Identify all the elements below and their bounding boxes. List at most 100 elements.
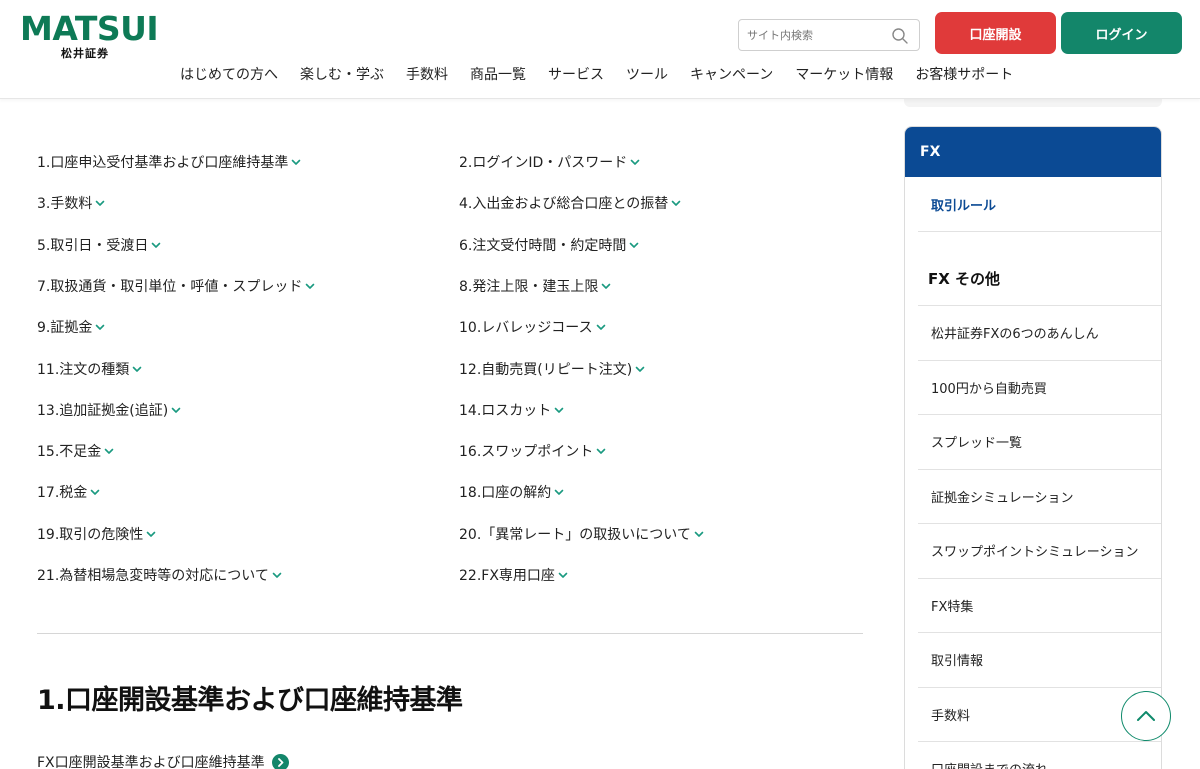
toc-link[interactable]: 19.取引の危険性 <box>37 524 156 544</box>
arrow-circle-icon <box>271 753 289 769</box>
nav-products[interactable]: 商品一覧 <box>470 66 526 84</box>
toc-link-label: 19.取引の危険性 <box>37 526 144 543</box>
chevron-down-icon <box>694 531 704 537</box>
chevron-down-icon <box>96 324 105 330</box>
toc-link-label: 5.取引日・受渡日 <box>37 237 149 254</box>
toc-link-label: 8.発注上限・建玉上限 <box>459 278 599 295</box>
matsui-logo[interactable]: MATSUI 松井証券 <box>20 10 159 62</box>
sidebar-item-spreads[interactable]: スプレッド一覧 <box>918 415 1161 470</box>
logo-subtext: 松井証券 <box>61 47 109 60</box>
section-divider <box>37 633 863 634</box>
logo-wordmark: MATSUI <box>20 9 159 48</box>
toc-link-label: 14.ロスカット <box>459 402 552 419</box>
toc-link[interactable]: 18.口座の解約 <box>459 482 564 502</box>
toc-link[interactable]: 14.ロスカット <box>459 400 564 420</box>
nav-fees[interactable]: 手数料 <box>406 66 448 84</box>
toc-link-label: 6.注文受付時間・約定時間 <box>459 237 627 254</box>
toc-link[interactable]: 1.口座申込受付基準および口座維持基準 <box>37 152 301 172</box>
toc-link-label: 10.レバレッジコース <box>459 320 593 337</box>
sidebar-item-anshin[interactable]: 松井証券FXの6つのあんしん <box>918 306 1161 361</box>
login-button[interactable]: ログイン <box>1061 12 1182 54</box>
toc-link-label: 11.注文の種類 <box>37 361 130 378</box>
global-nav: はじめての方へ 楽しむ・学ぶ 手数料 商品一覧 サービス ツール キャンペーン … <box>180 66 1035 84</box>
toc-link[interactable]: 17.税金 <box>37 482 100 502</box>
toc-link[interactable]: 7.取扱通貨・取引単位・呼値・スプレッド <box>37 276 315 296</box>
chevron-down-icon <box>596 448 606 454</box>
toc-link-label: 3.手数料 <box>37 196 93 213</box>
sidebar: FX 取引ルール FX その他 松井証券FXの6つのあんしん 100円から自動売… <box>904 126 1162 769</box>
toc-link[interactable]: 8.発注上限・建玉上限 <box>459 276 611 296</box>
sidebar-section-title: FX その他 <box>918 232 1161 306</box>
toc-link[interactable]: 22.FX専用口座 <box>459 565 568 585</box>
chevron-down-icon <box>272 572 282 578</box>
site-search <box>738 19 920 51</box>
toc-link-label: 4.入出金および総合口座との振替 <box>459 196 669 213</box>
search-icon[interactable] <box>891 27 909 45</box>
toc-link-label: 21.為替相場急変時等の対応について <box>37 568 269 584</box>
toc-link[interactable]: 21.為替相場急変時等の対応について <box>37 565 282 585</box>
toc-link[interactable]: 4.入出金および総合口座との振替 <box>459 193 681 213</box>
search-input[interactable] <box>739 20 884 50</box>
toc-link-label: 22.FX専用口座 <box>459 568 555 584</box>
toc-link[interactable]: 10.レバレッジコース <box>459 317 606 337</box>
nav-beginners[interactable]: はじめての方へ <box>180 66 278 84</box>
toc-link-label: 16.スワップポイント <box>459 444 594 461</box>
toc-link[interactable]: 15.不足金 <box>37 441 114 461</box>
chevron-down-icon <box>554 407 564 413</box>
chevron-down-icon <box>635 366 645 372</box>
toc-link[interactable]: 20.「異常レート」の取扱いについて <box>459 524 704 544</box>
sidebar-item-margin-sim[interactable]: 証拠金シミュレーション <box>918 470 1161 524</box>
toc-link[interactable]: 13.追加証拠金(追証) <box>37 400 181 420</box>
chevron-down-icon <box>554 490 564 496</box>
account-standards-link[interactable]: FX口座開設基準および口座維持基準 <box>37 752 289 769</box>
back-to-top-button[interactable] <box>1121 691 1171 741</box>
toc-link[interactable]: 11.注文の種類 <box>37 359 142 379</box>
chevron-down-icon <box>558 572 568 578</box>
chevron-up-icon <box>1137 711 1155 721</box>
sidebar-item-account-flow[interactable]: 口座開設までの流れ <box>918 742 1161 769</box>
toc-link-label: 18.口座の解約 <box>459 485 552 502</box>
nav-market[interactable]: マーケット情報 <box>795 66 893 84</box>
nav-campaigns[interactable]: キャンペーン <box>690 66 773 84</box>
toc-link-label: 15.不足金 <box>37 444 102 461</box>
nav-learn[interactable]: 楽しむ・学ぶ <box>300 66 384 84</box>
chevron-down-icon <box>630 242 639 248</box>
sidebar-item-trade-info[interactable]: 取引情報 <box>918 633 1161 688</box>
nav-tools[interactable]: ツール <box>626 66 668 84</box>
sidebar-item-trading-rules[interactable]: 取引ルール <box>918 177 1161 232</box>
toc-link-label: 13.追加証拠金(追証) <box>37 402 169 419</box>
nav-support[interactable]: お客様サポート <box>915 66 1013 84</box>
toc-link-label: 1.口座申込受付基準および口座維持基準 <box>37 155 289 171</box>
toc-link[interactable]: 12.自動売買(リピート注文) <box>459 359 645 379</box>
toc-link-label: 12.自動売買(リピート注文) <box>459 361 633 378</box>
chevron-down-icon <box>104 448 114 454</box>
sidebar-item-swap-sim[interactable]: スワップポイントシミュレーション <box>918 524 1161 579</box>
sidebar-title: FX <box>905 127 1161 177</box>
sidebar-menu: 取引ルール FX その他 松井証券FXの6つのあんしん 100円から自動売買 ス… <box>918 177 1161 769</box>
site-header: MATSUI 松井証券 口座開設 ログイン はじめての方へ 楽しむ・学ぶ 手数料… <box>0 0 1200 99</box>
chevron-down-icon <box>602 283 611 289</box>
toc-link[interactable]: 3.手数料 <box>37 193 105 213</box>
toc-link-label: 2.ログインID・パスワード <box>459 155 628 171</box>
toc-link-label: 7.取扱通貨・取引単位・呼値・スプレッド <box>37 278 303 295</box>
chevron-down-icon <box>152 242 161 248</box>
account-standards-link-label: FX口座開設基準および口座維持基準 <box>37 755 265 769</box>
sidebar-item-fx-feature[interactable]: FX特集 <box>918 579 1161 633</box>
toc-link-label: 9.証拠金 <box>37 320 93 337</box>
sidebar-top-panel <box>904 99 1162 107</box>
open-account-button[interactable]: 口座開設 <box>935 12 1056 54</box>
chevron-down-icon <box>671 200 681 207</box>
toc-link[interactable]: 16.スワップポイント <box>459 441 606 461</box>
chevron-down-icon <box>132 366 142 372</box>
toc-link[interactable]: 5.取引日・受渡日 <box>37 235 161 255</box>
toc-link[interactable]: 2.ログインID・パスワード <box>459 152 640 172</box>
toc-link[interactable]: 6.注文受付時間・約定時間 <box>459 235 639 255</box>
chevron-down-icon <box>171 407 181 413</box>
toc-link[interactable]: 9.証拠金 <box>37 317 105 337</box>
chevron-down-icon <box>596 324 605 330</box>
chevron-down-icon <box>306 283 315 289</box>
sidebar-item-auto-trade[interactable]: 100円から自動売買 <box>918 361 1161 415</box>
nav-services[interactable]: サービス <box>548 66 604 84</box>
toc-link-label: 20.「異常レート」の取扱いについて <box>459 526 691 543</box>
chevron-down-icon <box>146 531 156 537</box>
